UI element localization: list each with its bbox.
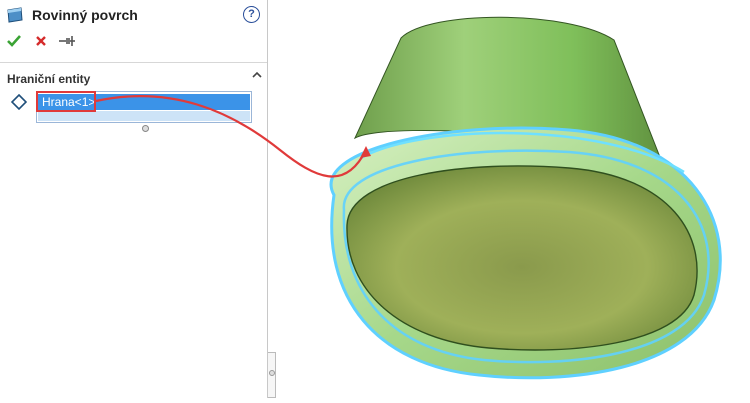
edge-selection-icon	[10, 93, 28, 111]
model-canvas	[329, 16, 722, 380]
planar-surface-icon	[6, 7, 24, 23]
help-icon[interactable]: ?	[243, 6, 260, 23]
pin-icon	[59, 36, 75, 46]
list-item[interactable]: Hrana<1>	[38, 94, 250, 110]
chevron-up-icon[interactable]	[251, 68, 263, 82]
panel-title-bar: Rovinný povrch ?	[6, 6, 264, 26]
section-header[interactable]: Hraniční entity	[7, 70, 263, 86]
close-icon	[36, 36, 46, 46]
check-icon	[7, 35, 21, 47]
confirm-button[interactable]	[6, 33, 22, 49]
list-resize-handle[interactable]	[142, 125, 149, 132]
graphics-viewport[interactable]	[269, 0, 750, 398]
pin-button[interactable]	[58, 33, 75, 49]
property-manager-panel: Rovinný povrch ? Hraniční entity Hrana<1…	[0, 0, 268, 398]
panel-title: Rovinný povrch	[32, 7, 138, 23]
cancel-button[interactable]	[33, 33, 49, 49]
list-empty-row	[38, 111, 250, 121]
panel-divider	[0, 62, 267, 63]
section-title: Hraniční entity	[7, 72, 91, 86]
boundary-entities-list[interactable]: Hrana<1>	[36, 91, 252, 123]
